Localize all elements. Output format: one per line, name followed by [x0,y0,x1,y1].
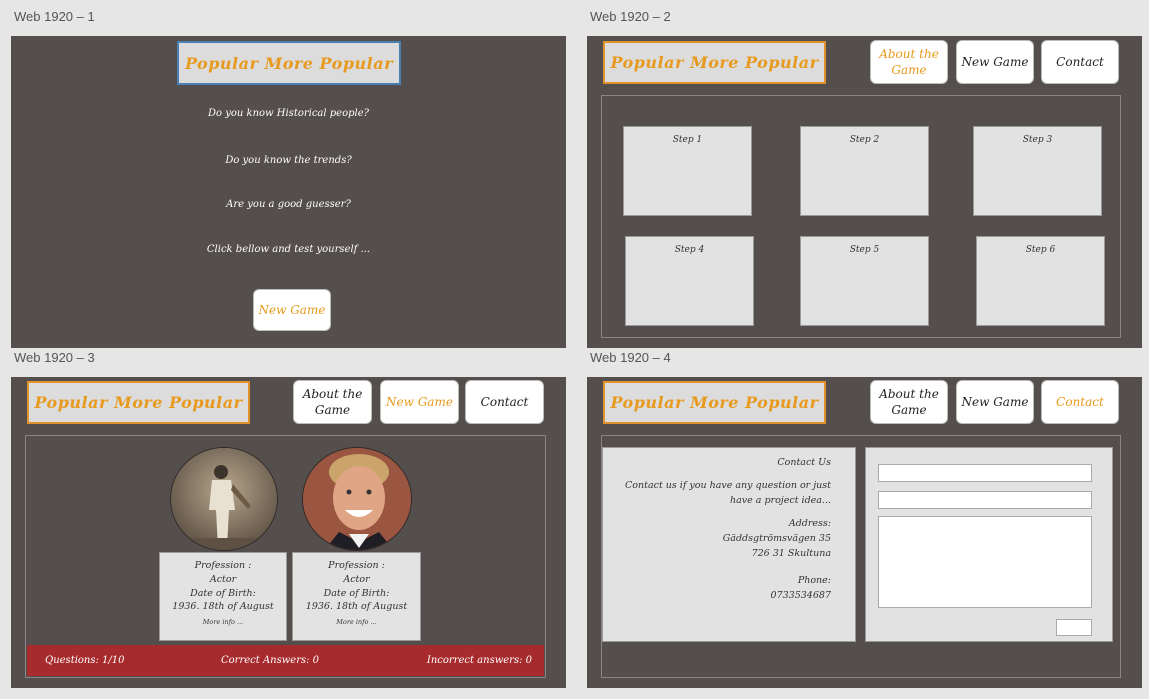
steps-panel: Step 1 Step 2 Step 3 Step 4 Step 5 Step … [601,95,1121,338]
profession-value: Actor [343,573,370,585]
nav-about-button[interactable]: About the Game [870,40,948,84]
intro-line-4: Click bellow and test yourself ... [206,244,371,255]
profession-label: Profession : [328,560,385,571]
contact-panel: Contact Us Contact us if you have any qu… [601,435,1121,678]
nav-contact-button[interactable]: Contact [465,380,544,424]
artboard-about[interactable]: Popular More Popular About the Game New … [587,36,1142,348]
contact-intro-2: have a project idea... [729,495,831,506]
email-input[interactable] [878,491,1092,509]
dob-label: Date of Birth: [190,587,256,599]
step-box-3: Step 3 [973,126,1102,216]
game-panel: Profession : Actor Date of Birth: 1936. … [25,435,546,678]
nav-new-game-button[interactable]: New Game [956,380,1034,424]
logo[interactable]: Popular More Popular [27,381,250,424]
intro-line-3: Are you a good guesser? [226,199,351,210]
questions-counter: Questions: 1/10 [45,655,125,666]
contact-title: Contact Us [777,457,831,468]
correct-answers-counter: Correct Answers: 0 [221,655,320,666]
artboard-label-2: Web 1920 – 2 [590,9,671,24]
logo[interactable]: Popular More Popular [177,41,401,85]
artboard-label-1: Web 1920 – 1 [14,9,95,24]
new-game-button[interactable]: New Game [253,289,331,331]
artboard-home[interactable]: Popular More Popular Do you know Histori… [11,36,566,348]
logo[interactable]: Popular More Popular [603,41,826,84]
nav-new-game-button[interactable]: New Game [956,40,1034,84]
more-info-link[interactable]: More info ... [293,618,420,627]
name-input[interactable] [878,464,1092,482]
contact-form [865,447,1113,642]
celebrity-photo-1[interactable] [170,447,278,551]
step-box-4: Step 4 [625,236,754,326]
profession-label: Profession : [194,560,252,571]
logo[interactable]: Popular More Popular [603,381,826,424]
nav-about-button[interactable]: About the Game [293,380,372,424]
nav-contact-button[interactable]: Contact [1041,380,1119,424]
more-info-link[interactable]: More info ... [160,618,286,627]
celebrity-card-2: Profession : Actor Date of Birth: 1936. … [292,552,421,641]
submit-button[interactable] [1056,619,1092,636]
intro-line-2: Do you know the trends? [225,155,352,166]
celebrity-photo-2[interactable] [302,447,412,551]
step-box-5: Step 5 [800,236,929,326]
score-status-bar: Questions: 1/10 Correct Answers: 0 Incor… [27,645,544,676]
phone-number: 0733534687 [770,590,831,601]
dob-value: 1936. 18th of August [305,601,408,613]
contact-info-box: Contact Us Contact us if you have any qu… [602,447,856,642]
step-box-6: Step 6 [976,236,1105,326]
address-city: 726 31 Skultuna [751,548,831,559]
celebrity-card-1: Profession : Actor Date of Birth: 1936. … [159,552,287,641]
artboard-game[interactable]: Popular More Popular About the Game New … [11,377,566,688]
address-street: Gäddsgtrömsvägen 35 [722,533,831,544]
contact-intro-1: Contact us if you have any question or j… [625,480,831,491]
artboard-label-3: Web 1920 – 3 [14,350,95,365]
artboard-contact[interactable]: Popular More Popular About the Game New … [587,377,1142,688]
message-textarea[interactable] [878,516,1092,608]
step-box-2: Step 2 [800,126,929,216]
dob-value: 1936. 18th of August [172,601,274,613]
nav-new-game-button[interactable]: New Game [380,380,459,424]
dob-label: Date of Birth: [323,587,390,599]
step-box-1: Step 1 [623,126,752,216]
artboard-label-4: Web 1920 – 4 [590,350,671,365]
profession-value: Actor [209,573,237,585]
intro-line-1: Do you know Historical people? [208,108,369,119]
phone-label: Phone: [797,575,831,586]
nav-about-button[interactable]: About the Game [870,380,948,424]
address-label: Address: [788,518,831,529]
nav-contact-button[interactable]: Contact [1041,40,1119,84]
incorrect-answers-counter: Incorrect answers: 0 [426,655,532,666]
